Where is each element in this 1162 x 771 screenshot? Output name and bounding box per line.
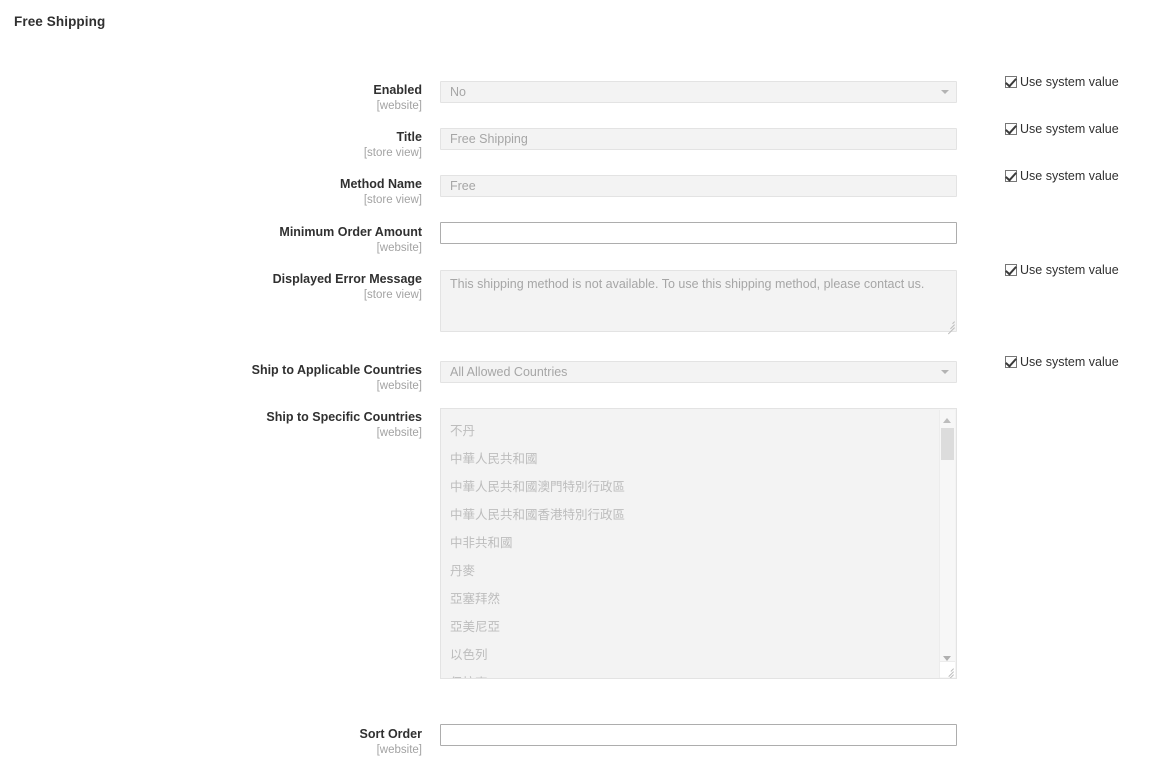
checkbox-checked-icon[interactable] xyxy=(1005,170,1017,182)
field-control-sort-order xyxy=(440,724,957,746)
label-method-name: Method Name [store view] xyxy=(0,177,422,207)
multiselect-option[interactable]: 中華人民共和國香港特別行政區 xyxy=(441,501,931,529)
multiselect-option[interactable]: 中華人民共和國澳門特別行政區 xyxy=(441,473,931,501)
field-label-text: Ship to Specific Countries xyxy=(266,410,422,424)
label-sort-order: Sort Order [website] xyxy=(0,727,422,757)
method-name-input[interactable] xyxy=(440,175,957,197)
multiselect-option[interactable]: 不丹 xyxy=(441,417,931,445)
multiselect-option[interactable]: 亞塞拜然 xyxy=(441,585,931,613)
label-displayed-error-message: Displayed Error Message [store view] xyxy=(0,272,422,302)
use-system-value-displayed-error-message[interactable]: Use system value xyxy=(1005,263,1119,277)
use-system-value-label: Use system value xyxy=(1020,355,1119,369)
multiselect-option[interactable]: 中華人民共和國 xyxy=(441,445,931,473)
displayed-error-message-wrap: This shipping method is not available. T… xyxy=(440,270,957,335)
field-control-enabled xyxy=(440,81,957,103)
checkbox-checked-icon[interactable] xyxy=(1005,264,1017,276)
field-control-title xyxy=(440,128,957,150)
multiselect-option[interactable]: 伊拉克 xyxy=(441,669,931,678)
field-control-displayed-error-message: This shipping method is not available. T… xyxy=(440,270,957,335)
label-ship-to-specific-countries: Ship to Specific Countries [website] xyxy=(0,410,422,440)
ship-to-specific-countries-multiselect[interactable]: 不丹 中華人民共和國 中華人民共和國澳門特別行政區 中華人民共和國香港特別行政區 中非共… xyxy=(440,408,957,679)
use-system-value-enabled[interactable]: Use system value xyxy=(1005,75,1119,89)
field-label-text: Ship to Applicable Countries xyxy=(251,363,422,377)
field-label-text: Enabled xyxy=(373,83,422,97)
field-control-ship-to-specific-countries: 不丹 中華人民共和國 中華人民共和國澳門特別行政區 中華人民共和國香港特別行政區 中非共… xyxy=(440,408,957,679)
page-title: Free Shipping xyxy=(14,14,106,29)
use-system-value-ship-to-applicable-countries[interactable]: Use system value xyxy=(1005,355,1119,369)
enabled-select-wrap[interactable] xyxy=(440,81,957,103)
sort-order-input[interactable] xyxy=(440,724,957,746)
field-scope-text: [store view] xyxy=(363,147,422,160)
multiselect-scrollbar[interactable] xyxy=(939,410,955,678)
enabled-select[interactable] xyxy=(440,81,957,103)
field-label-text: Sort Order xyxy=(359,727,422,741)
field-control-method-name xyxy=(440,175,957,197)
scroll-up-arrow-icon[interactable] xyxy=(943,418,951,423)
field-label-text: Title xyxy=(396,130,422,144)
use-system-value-method-name[interactable]: Use system value xyxy=(1005,169,1119,183)
scrollbar-thumb[interactable] xyxy=(941,428,954,460)
multiselect-option[interactable]: 亞美尼亞 xyxy=(441,613,931,641)
minimum-order-amount-input[interactable] xyxy=(440,222,957,244)
label-minimum-order-amount: Minimum Order Amount [website] xyxy=(0,225,422,255)
field-label-text: Minimum Order Amount xyxy=(279,225,422,239)
multiselect-option[interactable]: 中非共和國 xyxy=(441,529,931,557)
use-system-value-label: Use system value xyxy=(1020,263,1119,277)
use-system-value-label: Use system value xyxy=(1020,169,1119,183)
checkbox-checked-icon[interactable] xyxy=(1005,123,1017,135)
checkbox-checked-icon[interactable] xyxy=(1005,76,1017,88)
label-title: Title [store view] xyxy=(0,130,422,160)
ship-to-applicable-countries-select-wrap[interactable] xyxy=(440,361,957,383)
multiselect-option[interactable]: 以色列 xyxy=(441,641,931,669)
displayed-error-message-textarea[interactable]: This shipping method is not available. T… xyxy=(440,270,957,332)
field-scope-text: [website] xyxy=(376,380,422,393)
field-scope-text: [website] xyxy=(376,100,422,113)
multiselect-option[interactable]: 丹麥 xyxy=(441,557,931,585)
field-scope-text: [website] xyxy=(376,427,422,440)
field-control-minimum-order-amount xyxy=(440,222,957,244)
label-enabled: Enabled [website] xyxy=(0,83,422,113)
field-label-text: Method Name xyxy=(340,177,422,191)
field-scope-text: [website] xyxy=(376,242,422,255)
field-label-text: Displayed Error Message xyxy=(272,272,422,286)
field-control-ship-to-applicable-countries xyxy=(440,361,957,383)
use-system-value-label: Use system value xyxy=(1020,75,1119,89)
multiselect-box[interactable]: 不丹 中華人民共和國 中華人民共和國澳門特別行政區 中華人民共和國香港特別行政區 中非共… xyxy=(440,408,957,679)
checkbox-checked-icon[interactable] xyxy=(1005,356,1017,368)
free-shipping-config-form: Free Shipping Enabled [website] Use syst… xyxy=(0,0,1162,771)
field-scope-text: [store view] xyxy=(363,289,422,302)
label-ship-to-applicable-countries: Ship to Applicable Countries [website] xyxy=(0,363,422,393)
use-system-value-title[interactable]: Use system value xyxy=(1005,122,1119,136)
multiselect-options-list[interactable]: 不丹 中華人民共和國 中華人民共和國澳門特別行政區 中華人民共和國香港特別行政區 中非共… xyxy=(441,417,931,678)
use-system-value-label: Use system value xyxy=(1020,122,1119,136)
title-input[interactable] xyxy=(440,128,957,150)
ship-to-applicable-countries-select[interactable] xyxy=(440,361,957,383)
field-scope-text: [website] xyxy=(376,744,422,757)
field-scope-text: [store view] xyxy=(363,194,422,207)
resize-grip-icon[interactable] xyxy=(939,661,955,678)
